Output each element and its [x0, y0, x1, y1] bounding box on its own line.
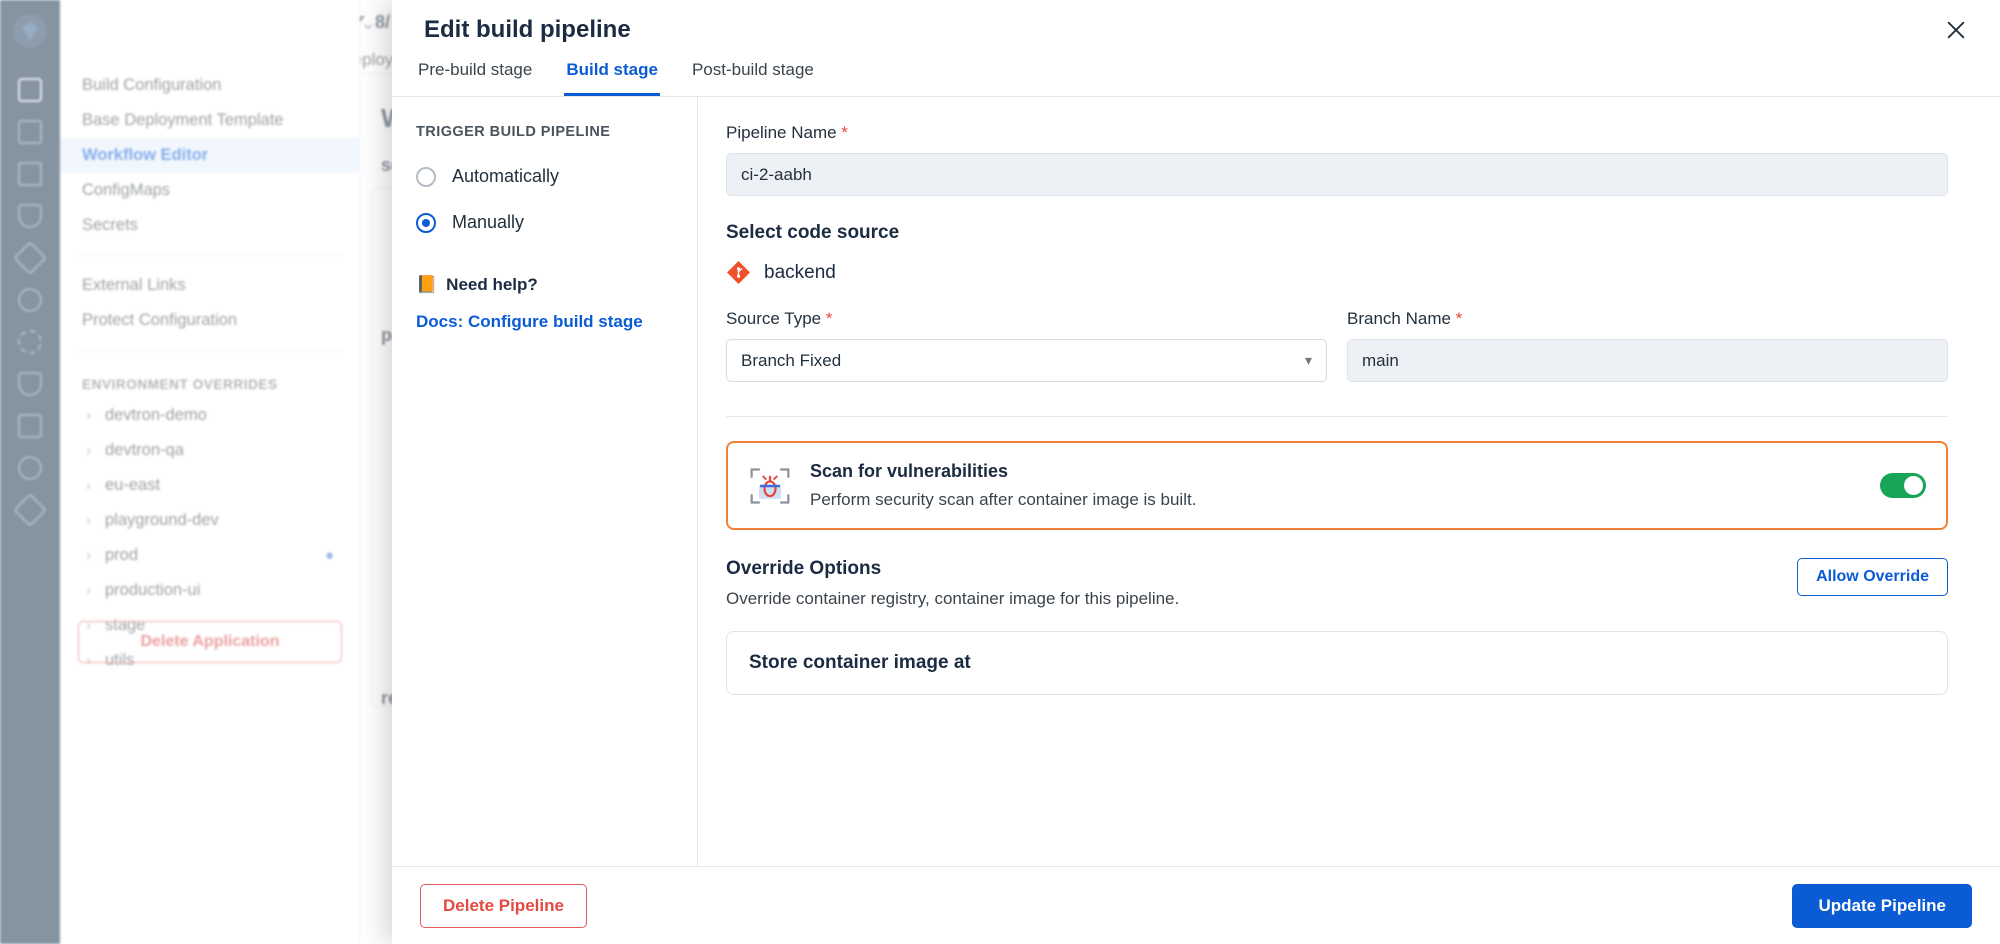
required-asterisk: * [825, 309, 833, 328]
page-title: Edit build pipeline [424, 16, 631, 43]
scan-title: Scan for vulnerabilities [810, 461, 1009, 481]
override-options-description: Override container registry, container i… [726, 589, 1180, 608]
scan-description: Perform security scan after container im… [810, 490, 1197, 509]
chevron-down-icon: ▾ [1304, 352, 1312, 368]
tab-label: Build stage [566, 60, 658, 79]
section-caption-trigger-build-pipeline: TRIGGER BUILD PIPELINE [416, 124, 611, 140]
pipeline-name-value: ci-2-aabh [741, 164, 812, 184]
branch-name-value: main [1362, 350, 1399, 370]
source-config-row: Source Type * Branch Fixed ▾ Branch Name… [726, 309, 1948, 382]
docs-configure-build-stage-link[interactable]: Docs: Configure build stage [416, 312, 673, 332]
select-code-source-heading: Select code source [726, 222, 900, 243]
source-type-label: Source Type * [726, 309, 1327, 329]
radio-trigger-automatically[interactable]: Automatically [416, 166, 673, 187]
repo-name: backend [764, 261, 836, 283]
source-type-select[interactable]: Branch Fixed ▾ [726, 339, 1327, 382]
branch-name-label: Branch Name * [1347, 309, 1948, 329]
pipeline-name-label: Pipeline Name * [726, 123, 1948, 143]
tab-build-stage[interactable]: Build stage [564, 60, 660, 96]
edit-build-pipeline-modal: Edit build pipeline Pre-build stage Buil… [392, 0, 2000, 944]
radio-label: Automatically [452, 166, 560, 186]
tab-label: Post-build stage [691, 60, 814, 79]
git-icon [727, 261, 750, 284]
override-options-text: Override Options Override container regi… [726, 558, 1797, 609]
close-icon[interactable] [1938, 12, 1974, 48]
source-type-label-text: Source Type [726, 309, 822, 328]
override-options-row: Override Options Override container regi… [726, 558, 1948, 609]
need-help-heading: 📙 Need help? [416, 275, 673, 295]
screen-root: Devtron Apps / backend ⌄ 8/ Overview App… [0, 0, 2000, 944]
allow-override-button[interactable]: Allow Override [1797, 558, 1948, 596]
pipeline-name-label-text: Pipeline Name [726, 123, 837, 142]
update-pipeline-button[interactable]: Update Pipeline [1792, 883, 1972, 928]
store-container-image-title: Store container image at [749, 652, 971, 673]
code-source-repo: backend [726, 260, 1948, 285]
modal-header: Edit build pipeline [392, 0, 2000, 60]
store-container-image-card: Store container image at [726, 631, 1948, 695]
modal-tab-bar: Pre-build stage Build stage Post-build s… [392, 60, 2000, 97]
tab-label: Pre-build stage [418, 60, 533, 79]
tab-pre-build-stage[interactable]: Pre-build stage [416, 60, 534, 96]
book-icon: 📙 [416, 275, 438, 294]
scan-for-vulnerabilities-card: Scan for vulnerabilities Perform securit… [726, 441, 1948, 530]
branch-name-field: Branch Name * main [1347, 309, 1948, 382]
radio-icon [416, 166, 436, 187]
source-type-value: Branch Fixed [741, 350, 842, 370]
radio-label: Manually [452, 212, 525, 232]
modal-body: TRIGGER BUILD PIPELINE Automatically Man… [392, 97, 2000, 866]
build-stage-form: Pipeline Name * ci-2-aabh Select code so… [698, 97, 2000, 866]
branch-name-input[interactable]: main [1347, 339, 1948, 382]
branch-name-label-text: Branch Name [1347, 309, 1451, 328]
override-options-title: Override Options [726, 558, 882, 579]
radio-icon-selected [416, 212, 436, 233]
source-type-field: Source Type * Branch Fixed ▾ [726, 309, 1327, 382]
scan-card-text: Scan for vulnerabilities Perform securit… [810, 461, 1862, 510]
tab-post-build-stage[interactable]: Post-build stage [690, 60, 816, 96]
pipeline-name-input[interactable]: ci-2-aabh [726, 153, 1948, 196]
radio-trigger-manually[interactable]: Manually [416, 212, 673, 233]
bug-scan-icon [750, 467, 790, 504]
required-asterisk: * [841, 123, 848, 142]
need-help-label: Need help? [446, 275, 538, 294]
delete-pipeline-button[interactable]: Delete Pipeline [420, 883, 587, 928]
modal-footer: Delete Pipeline Update Pipeline [392, 866, 2000, 944]
trigger-settings-pane: TRIGGER BUILD PIPELINE Automatically Man… [392, 97, 698, 866]
form-divider [726, 416, 1948, 417]
scan-toggle[interactable] [1880, 473, 1926, 498]
required-asterisk: * [1455, 309, 1463, 328]
